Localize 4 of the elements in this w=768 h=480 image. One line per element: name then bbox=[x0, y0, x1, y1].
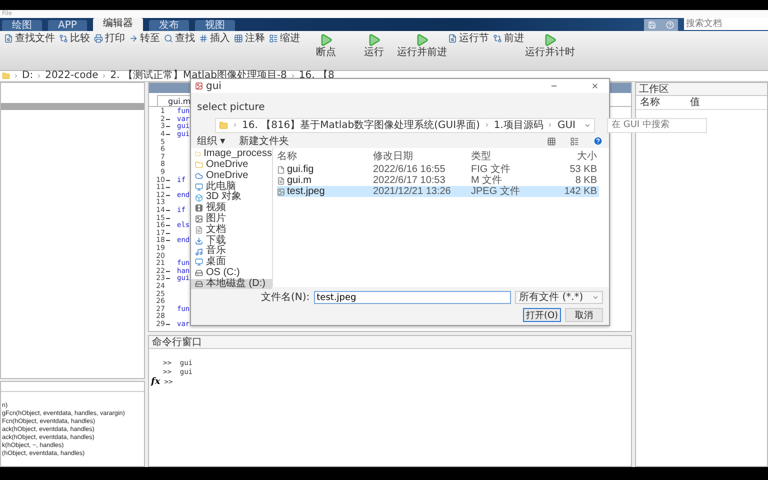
dialog-title: gui bbox=[206, 80, 222, 92]
field-label: 文件名(N): bbox=[261, 292, 310, 303]
panel-title: 命令行窗口 bbox=[152, 336, 202, 348]
panel-title: 工作区 bbox=[639, 84, 669, 94]
